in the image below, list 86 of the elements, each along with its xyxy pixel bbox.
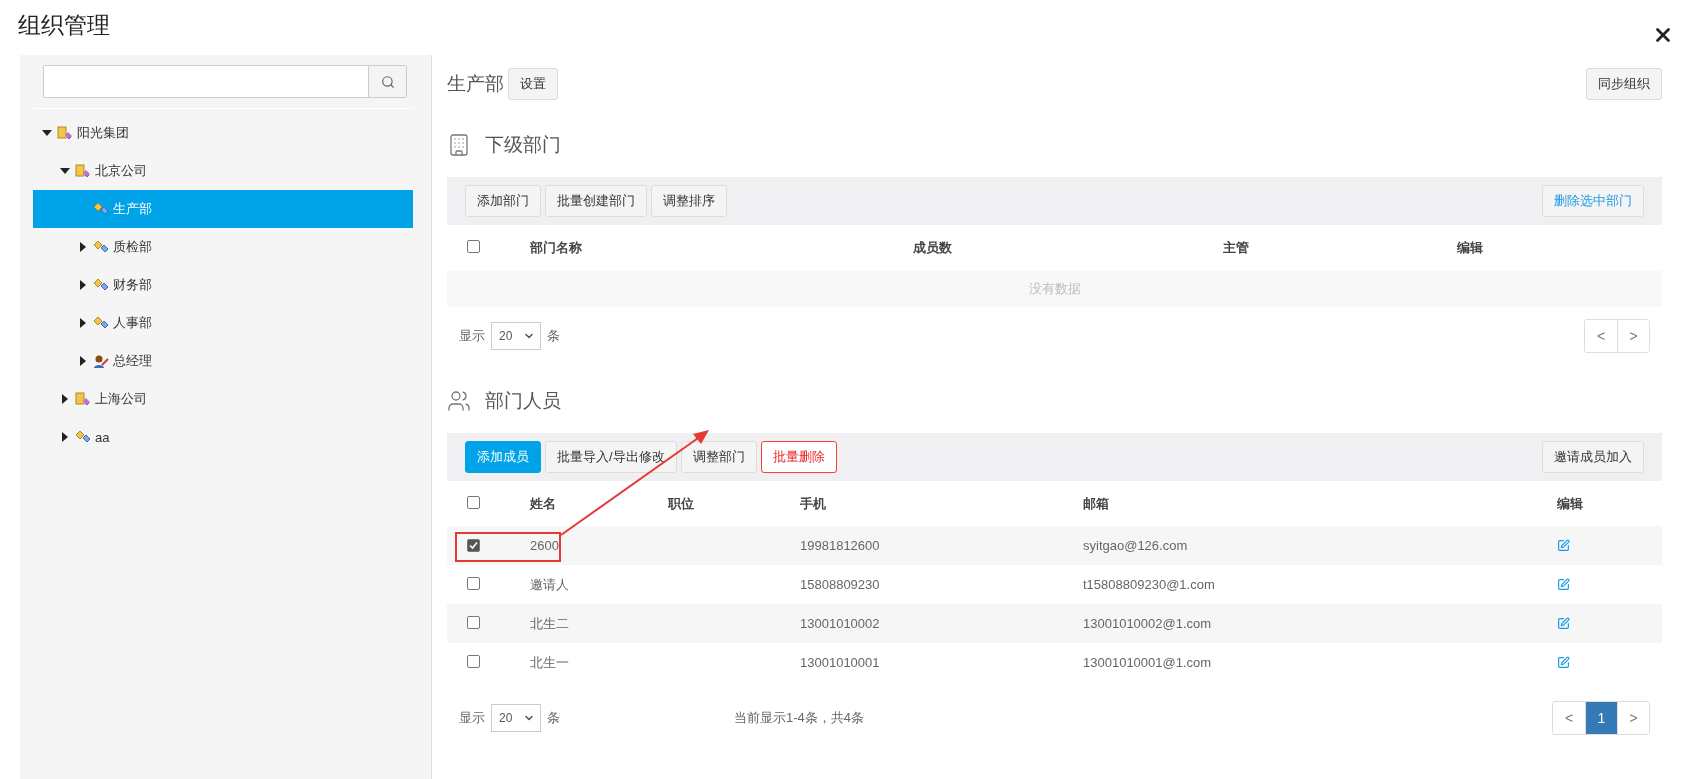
tree-item-label: 上海公司 — [95, 390, 147, 408]
checkbox[interactable] — [467, 539, 480, 552]
table-cell-text: 北生一 — [530, 653, 570, 672]
settings-button[interactable]: 设置 — [508, 68, 558, 100]
toolbar-button[interactable]: 调整部门 — [680, 441, 757, 473]
window-title: 组织管理 — [18, 11, 110, 40]
table-cell-text: 北生二 — [530, 614, 570, 633]
folder-icon — [75, 163, 91, 179]
tag-icon — [75, 429, 91, 445]
page-button[interactable]: 1 — [1585, 702, 1617, 734]
building-icon — [447, 133, 471, 157]
checkbox[interactable] — [467, 495, 480, 509]
page-size-select[interactable]: 20 — [491, 322, 541, 350]
show-label: 显示 — [459, 327, 485, 345]
section-title: 下级部门 — [485, 133, 561, 157]
folder-icon — [57, 125, 73, 141]
users-icon — [447, 389, 471, 413]
table-cell-text: 2600 — [530, 538, 560, 553]
toolbar-button[interactable]: 添加部门 — [465, 185, 541, 217]
column-header: 手机 — [800, 494, 827, 513]
checkbox[interactable] — [467, 240, 480, 253]
column-header: 主管 — [1223, 239, 1250, 257]
tree-item-label: 财务部 — [113, 276, 152, 294]
table-cell-text: 19981812600 — [800, 538, 881, 553]
unit-label: 条 — [547, 709, 560, 727]
table-cell-text: 15808809230 — [800, 577, 881, 592]
tree-item-label: 生产部 — [113, 200, 152, 218]
edit-icon[interactable] — [1557, 656, 1570, 669]
column-header: 编辑 — [1557, 494, 1584, 513]
sync-button[interactable]: 同步组织 — [1586, 68, 1662, 100]
page-button[interactable]: > — [1617, 702, 1649, 734]
column-header: 成员数 — [913, 239, 953, 257]
toolbar-button[interactable]: 调整排序 — [651, 185, 727, 217]
edit-icon[interactable] — [1557, 578, 1570, 591]
tree-item[interactable]: 人事部 — [33, 304, 413, 342]
tree-item[interactable]: 阳光集团 — [33, 114, 413, 152]
column-header: 职位 — [668, 494, 695, 513]
show-label: 显示 — [459, 709, 485, 727]
tag-icon — [93, 239, 109, 255]
table-cell-text: t15808809230@1.com — [1083, 577, 1216, 592]
table-cell-text: 13001010001 — [800, 655, 881, 670]
table-cell-text: 邀请人 — [530, 575, 570, 594]
tree-item-label: 质检部 — [113, 238, 152, 256]
section-title: 部门人员 — [485, 389, 561, 413]
tree-item-label: aa — [95, 429, 110, 445]
tag-icon — [93, 277, 109, 293]
department-title: 生产部 — [447, 72, 504, 96]
tag-icon — [93, 201, 109, 217]
tree-item[interactable]: 质检部 — [33, 228, 413, 266]
folder-icon — [75, 391, 91, 407]
tree-item-label: 阳光集团 — [77, 124, 129, 142]
search-button[interactable] — [368, 66, 406, 97]
unit-label: 条 — [547, 327, 560, 345]
edit-icon[interactable] — [1557, 539, 1570, 552]
tag-icon — [93, 315, 109, 331]
search-field[interactable] — [43, 65, 407, 98]
tree-item[interactable]: 财务部 — [33, 266, 413, 304]
table-cell-text: 13001010002 — [800, 616, 881, 631]
checkbox[interactable] — [467, 615, 480, 629]
table-cell-text: syitgao@126.com — [1083, 538, 1189, 553]
table-cell-text: 13001010001@1.com — [1083, 655, 1213, 670]
column-header: 姓名 — [530, 494, 557, 513]
page-size-select[interactable]: 20 — [491, 704, 541, 732]
tree-item[interactable]: 总经理 — [33, 342, 413, 380]
toolbar-button[interactable]: 批量删除 — [760, 441, 837, 473]
checkbox[interactable] — [467, 576, 480, 590]
record-summary: 当前显示1-4条，共4条 — [734, 709, 865, 727]
edit-icon[interactable] — [1557, 617, 1570, 630]
checkbox[interactable] — [467, 654, 480, 668]
person-icon — [93, 353, 109, 369]
table-cell-text: 13001010002@1.com — [1083, 616, 1213, 631]
page-button[interactable]: > — [1617, 320, 1649, 352]
search-icon — [380, 74, 395, 89]
column-header: 部门名称 — [530, 239, 583, 257]
column-header: 编辑 — [1457, 239, 1484, 257]
invite-button[interactable]: 邀请成员加入 — [1542, 441, 1644, 473]
column-header: 邮箱 — [1083, 494, 1110, 513]
tree-item[interactable]: 上海公司 — [33, 380, 413, 418]
tree-item-label: 北京公司 — [95, 162, 147, 180]
toolbar-button[interactable]: 批量创建部门 — [545, 185, 647, 217]
tree-item[interactable]: aa — [33, 418, 413, 456]
toolbar-button[interactable]: 批量导入/导出修改 — [545, 441, 677, 473]
tree-item-label: 总经理 — [113, 352, 152, 370]
tree-item-label: 人事部 — [113, 314, 152, 332]
tree-item[interactable]: 北京公司 — [33, 152, 413, 190]
empty-message: 没有数据 — [447, 271, 1662, 307]
